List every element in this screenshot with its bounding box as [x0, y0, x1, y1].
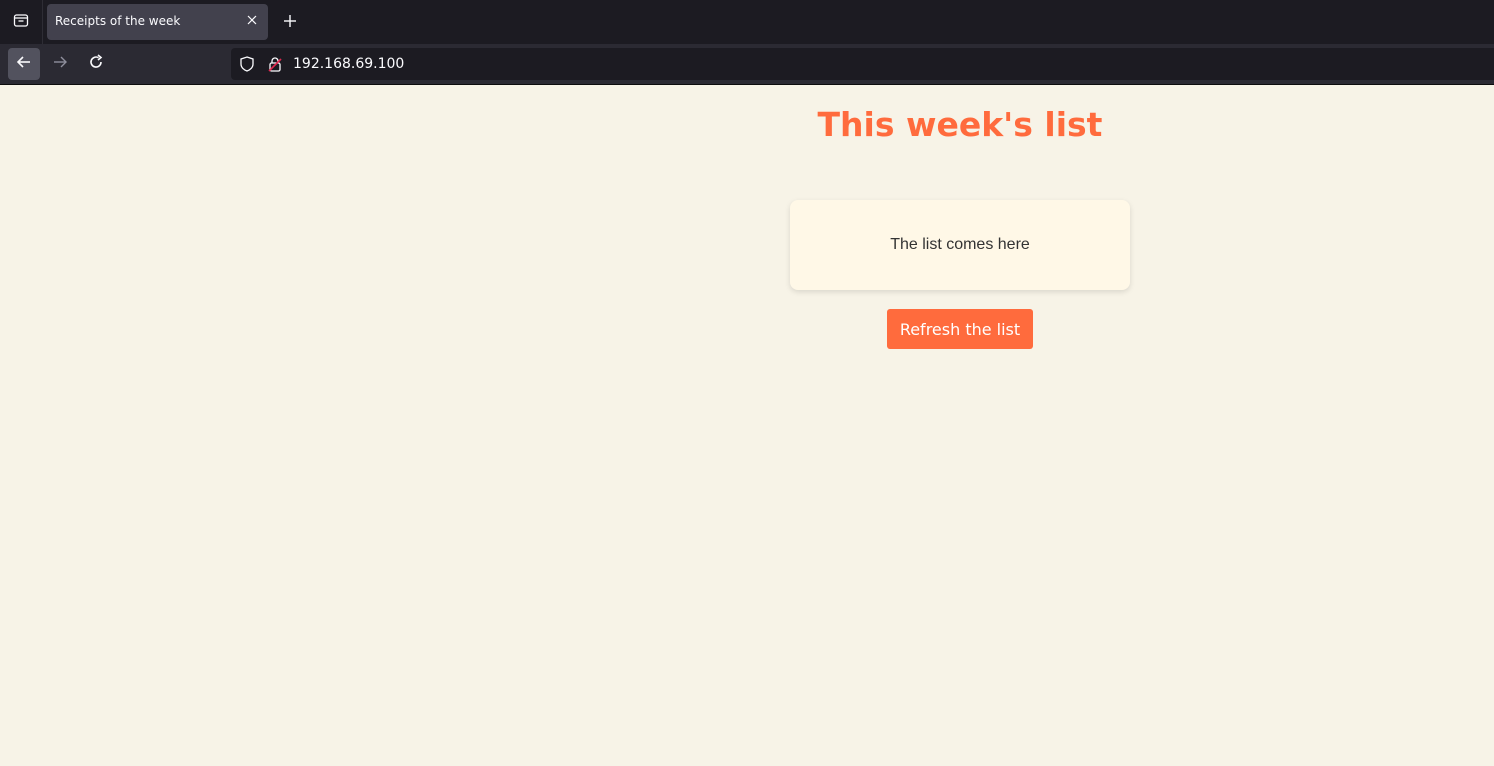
navigation-toolbar: 192.168.69.100 [0, 44, 1494, 84]
shield-icon[interactable] [239, 56, 255, 72]
back-button[interactable] [8, 48, 40, 80]
refresh-list-button[interactable]: Refresh the list [887, 309, 1033, 349]
tab-strip: Receipts of the week [0, 0, 1494, 44]
insecure-lock-icon[interactable] [267, 56, 283, 72]
close-icon[interactable] [244, 12, 260, 28]
browser-tab[interactable]: Receipts of the week [47, 4, 268, 40]
tab-list-button[interactable] [0, 0, 43, 44]
page-title: This week's list [817, 105, 1103, 144]
list-placeholder: The list comes here [890, 236, 1030, 253]
tab-title: Receipts of the week [55, 14, 181, 28]
forward-button[interactable] [44, 48, 76, 80]
tab-list-icon [13, 12, 29, 32]
new-tab-button[interactable] [279, 11, 301, 33]
url-text[interactable]: 192.168.69.100 [293, 56, 404, 72]
plus-icon [283, 13, 297, 32]
page-content: This week's list The list comes here Ref… [0, 85, 1494, 766]
address-bar[interactable]: 192.168.69.100 [231, 48, 1494, 80]
arrow-left-icon [16, 54, 32, 74]
reload-button[interactable] [80, 48, 112, 80]
arrow-right-icon [52, 54, 68, 74]
list-container: The list comes here [790, 200, 1130, 290]
reload-icon [88, 54, 104, 74]
